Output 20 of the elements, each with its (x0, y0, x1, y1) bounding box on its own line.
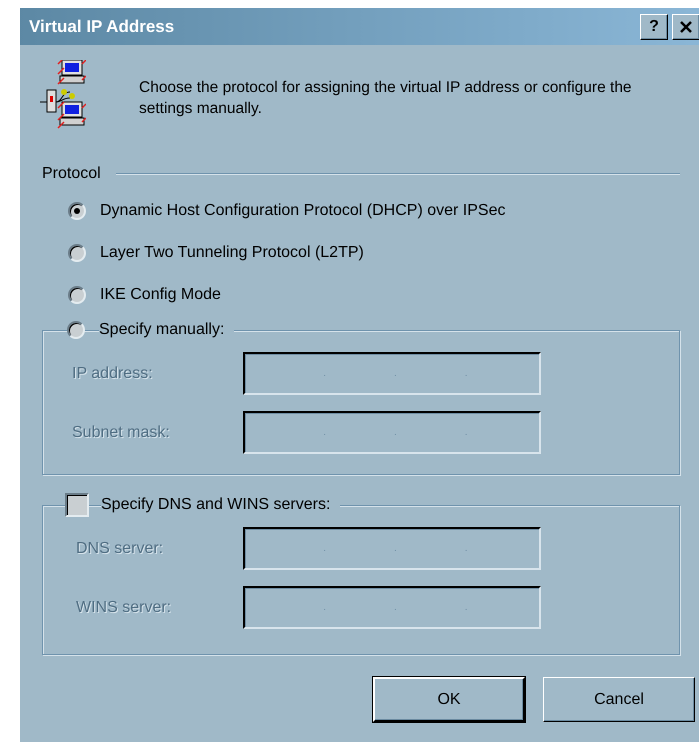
radio-label[interactable]: Layer Two Tunneling Protocol (L2TP) (100, 241, 364, 265)
field-label: Subnet mask: (71, 422, 171, 442)
field-label: WINS server: (75, 598, 172, 618)
radio-button[interactable] (68, 244, 86, 262)
help-button[interactable]: ? (640, 14, 668, 40)
radio-label[interactable]: Dynamic Host Configuration Protocol (DHCP) over IPSec (100, 199, 506, 223)
cancel-button[interactable]: Cancel (543, 677, 695, 722)
field-label: IP address: (71, 364, 154, 384)
window-title: Virtual IP Address (29, 16, 174, 38)
checkbox[interactable] (65, 493, 89, 517)
field-label: DNS server: (75, 538, 164, 558)
radio-button[interactable] (68, 202, 86, 220)
radio-button[interactable] (68, 286, 86, 304)
radio-label[interactable]: IKE Config Mode (100, 283, 221, 307)
close-button[interactable] (672, 14, 699, 40)
ok-button[interactable]: OK (373, 677, 525, 722)
intro-text: Choose the protocol for assigning the virtual IP address or configure the settings manually. (139, 78, 633, 119)
radio-button[interactable] (67, 321, 85, 339)
close-icon (679, 20, 693, 34)
group-label: Protocol (42, 164, 101, 184)
